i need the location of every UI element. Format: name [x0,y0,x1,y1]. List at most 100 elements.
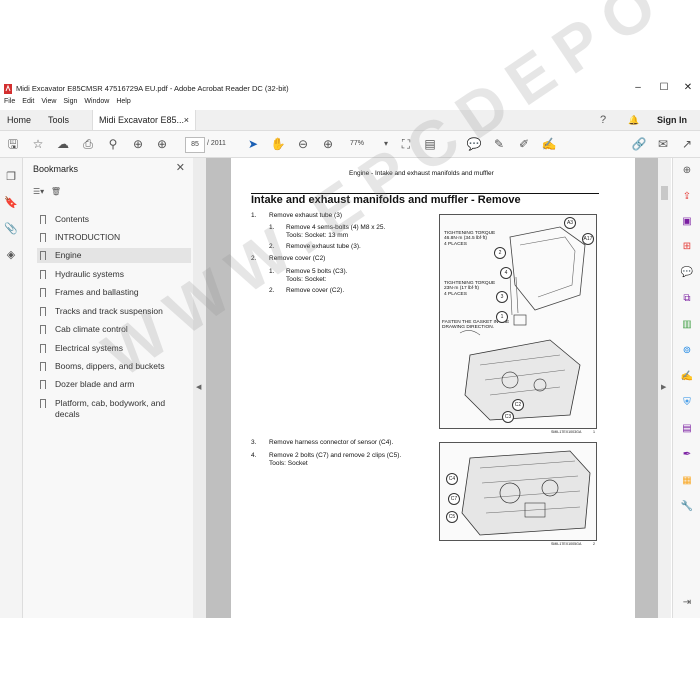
pdf-page: Engine - Intake and exhaust manifolds an… [231,158,635,618]
bookmark-flag-icon [40,233,46,242]
close-panel-icon[interactable]: ✕ [176,161,185,174]
bookmark-flag-icon [40,399,46,408]
step-number: 3. [251,439,257,446]
bookmark-item[interactable]: Electrical systems [37,343,191,354]
callout-c3: C3 [502,411,514,423]
scroll-mode-icon[interactable]: ▤ [422,136,438,152]
menu-view[interactable]: View [41,98,56,105]
close-window-button[interactable]: ✕ [680,82,696,93]
create-pdf-icon[interactable]: ▣ [680,215,694,229]
combine-files-icon[interactable]: ⧉ [680,292,694,306]
bookmark-icon[interactable]: 🔖 [4,196,18,210]
fit-page-icon[interactable]: ⛶ [398,136,414,152]
page-down-icon[interactable]: ⊕ [154,136,170,152]
help-icon[interactable]: ? [600,110,606,130]
scrollbar-thumb[interactable] [661,186,668,200]
callout-c4: C4 [446,473,458,485]
figure-1-caption: SMIL17EX1003GA [551,430,582,434]
highlight-icon[interactable]: ✐ [516,136,532,152]
title-bar: Midi Excavator E85CMSR 47516729A EU.pdf … [0,80,700,98]
comment-icon[interactable]: 💬 [466,136,482,152]
star-icon[interactable]: ☆ [30,136,46,152]
bookmark-options-icon[interactable]: ☰▾ 🗑 [33,187,61,196]
bookmark-item[interactable]: Booms, dippers, and buckets [37,361,191,372]
save-icon[interactable]: 🖫 [5,136,21,152]
zoom-level[interactable]: 77% [350,137,374,151]
hand-tool-icon[interactable]: ✋ [270,136,286,152]
protect-shield-icon[interactable]: ⛨ [680,396,694,410]
menu-sign[interactable]: Sign [63,98,77,105]
page-number-input[interactable]: 85 [185,137,205,153]
callout-a17: A17 [582,233,594,245]
bookmark-item[interactable]: Platform, cab, bodywork, and decals [37,398,191,420]
tab-document[interactable]: Midi Excavator E85... × [92,110,196,130]
step-number: 2. [251,255,257,262]
fill-sign-icon[interactable]: ✍ [541,136,557,152]
pen-icon[interactable]: ✎ [491,136,507,152]
bookmark-flag-icon [40,325,46,334]
comment-tool-icon[interactable]: 💬 [680,266,694,280]
bookmark-item[interactable]: Dozer blade and arm [37,379,191,390]
torque-note-2: TIGHTENING TORQUE 23N·m (17 lbf·ft) 4 PLAC… [444,281,496,297]
zoom-out-search-icon[interactable]: ⚲ [105,136,121,152]
attachment-icon[interactable]: 📎 [4,222,18,236]
running-header: Engine - Intake and exhaust manifolds an… [349,170,494,177]
bookmark-item[interactable]: Hydraulic systems [37,269,191,280]
bookmark-item[interactable]: Frames and ballasting [37,287,191,298]
print-icon[interactable]: ⎙ [80,136,96,152]
search-zoom-icon[interactable]: ⊕ [680,164,694,178]
menu-edit[interactable]: Edit [22,98,34,105]
bookmark-item[interactable]: Cab climate control [37,324,191,335]
send-comments-icon[interactable]: ▦ [680,474,694,488]
bookmark-item[interactable]: INTRODUCTION [37,232,191,243]
tab-home[interactable]: Home [7,110,31,130]
fill-sign-tool-icon[interactable]: ✍ [680,370,694,384]
menu-help[interactable]: Help [116,98,130,105]
page-up-icon[interactable]: ⊕ [130,136,146,152]
email-icon[interactable]: ✉ [655,136,671,152]
menu-window[interactable]: Window [84,98,109,105]
tab-bar: Home Tools Midi Excavator E85... × ? 🔔 Si… [0,110,700,131]
callout-a3: A3 [564,217,576,229]
bookmark-flag-icon [40,344,46,353]
step-text: Remove 4 sems-bolts (4) M8 x 25. [286,224,386,231]
upload-cloud-icon[interactable]: ☁ [55,136,71,152]
bookmark-item[interactable]: Tracks and track suspension [37,306,191,317]
step-text: Remove cover (C2). [286,287,345,294]
tab-tools[interactable]: Tools [48,110,69,130]
tab-close-icon[interactable]: × [184,110,189,130]
menu-bar: File Edit View Sign Window Help [0,98,700,110]
scan-ocr-icon[interactable]: ⊚ [680,344,694,358]
zoom-out-icon[interactable]: ⊖ [295,136,311,152]
edit-pdf-icon[interactable]: ⊞ [680,240,694,254]
expand-pane-icon[interactable]: ⇥ [680,596,694,610]
bookmark-flag-icon [40,251,46,260]
export-pdf-icon[interactable]: ⇪ [680,190,694,204]
bookmark-item-selected[interactable]: Engine [37,248,191,263]
panel-splitter[interactable]: ◀ [193,158,206,618]
expand-right-icon[interactable]: ▶ [661,383,666,391]
share-icon[interactable]: ↗ [679,136,695,152]
organize-pages-icon[interactable]: ▥ [680,318,694,332]
select-cursor-icon[interactable]: ➤ [245,136,261,152]
figure-2-caption: SMIL17EX1005GA [551,542,582,546]
vertical-scrollbar[interactable]: ▶ [658,158,671,618]
more-tools-wrench-icon[interactable]: 🔧 [680,500,694,514]
bookmark-item[interactable]: Contents [37,214,191,225]
acrobat-icon [4,84,12,94]
maximize-button[interactable]: ☐ [656,82,672,93]
bell-icon[interactable]: 🔔 [628,110,639,130]
send-signature-icon[interactable]: ✒ [680,448,694,462]
layers-icon[interactable]: ◈ [4,248,18,262]
sign-in-link[interactable]: Sign In [657,110,687,130]
pages-icon[interactable]: ❐ [4,170,18,184]
prepare-form-icon[interactable]: ▤ [680,422,694,436]
collapse-left-icon[interactable]: ◀ [196,383,201,391]
zoom-dropdown-icon[interactable]: ▾ [378,136,394,152]
engine-drawing-2 [461,450,591,536]
share-link-icon[interactable]: 🔗 [631,136,647,152]
step-number: 2. [269,243,275,250]
minimize-button[interactable]: – [630,82,646,93]
menu-file[interactable]: File [4,98,15,105]
zoom-in-icon[interactable]: ⊕ [320,136,336,152]
